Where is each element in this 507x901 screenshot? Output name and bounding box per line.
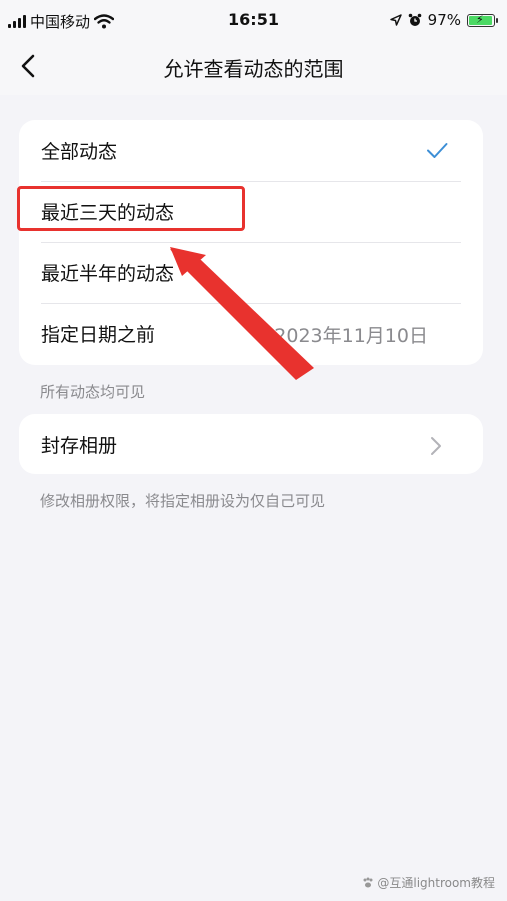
battery-percent: 97%: [427, 11, 461, 29]
charging-bolt-icon: ⚡: [476, 12, 484, 26]
option-last-half-year[interactable]: 最近半年的动态: [19, 242, 483, 303]
battery-charging-icon: ⚡: [467, 12, 498, 27]
selected-date-value: 2023年11月10日: [274, 325, 428, 347]
paw-icon: [363, 877, 373, 887]
location-arrow-icon: [389, 14, 402, 26]
option-all-moments[interactable]: 全部动态: [19, 120, 483, 181]
status-bar: 中国移动 16:51 97% ⚡: [0, 0, 507, 40]
range-options-card: 全部动态 最近三天的动态 最近半年的动态 指定日期之前 2023年11月10日: [19, 120, 483, 365]
album-label: 封存相册: [41, 435, 118, 457]
check-icon: [427, 143, 448, 158]
option-label: 全部动态: [41, 141, 118, 163]
album-note: 修改相册权限，将指定相册设为仅自己可见: [40, 492, 326, 510]
option-before-date[interactable]: 指定日期之前 2023年11月10日: [19, 303, 483, 364]
nav-bar: 允许查看动态的范围: [0, 40, 507, 95]
watermark: @互通lightroom教程: [362, 874, 495, 891]
watermark-text: @互通lightroom教程: [377, 876, 495, 890]
album-card: 封存相册: [19, 414, 483, 474]
status-right: 97% ⚡: [389, 11, 498, 29]
option-label: 最近半年的动态: [41, 263, 175, 285]
page-title: 允许查看动态的范围: [163, 57, 344, 81]
range-note: 所有动态均可见: [40, 383, 146, 401]
highlight-box: [17, 186, 245, 231]
option-label: 指定日期之前: [41, 324, 156, 346]
sealed-album-row[interactable]: 封存相册: [19, 414, 483, 474]
chevron-right-icon: [431, 437, 441, 455]
alarm-icon: [408, 13, 421, 26]
